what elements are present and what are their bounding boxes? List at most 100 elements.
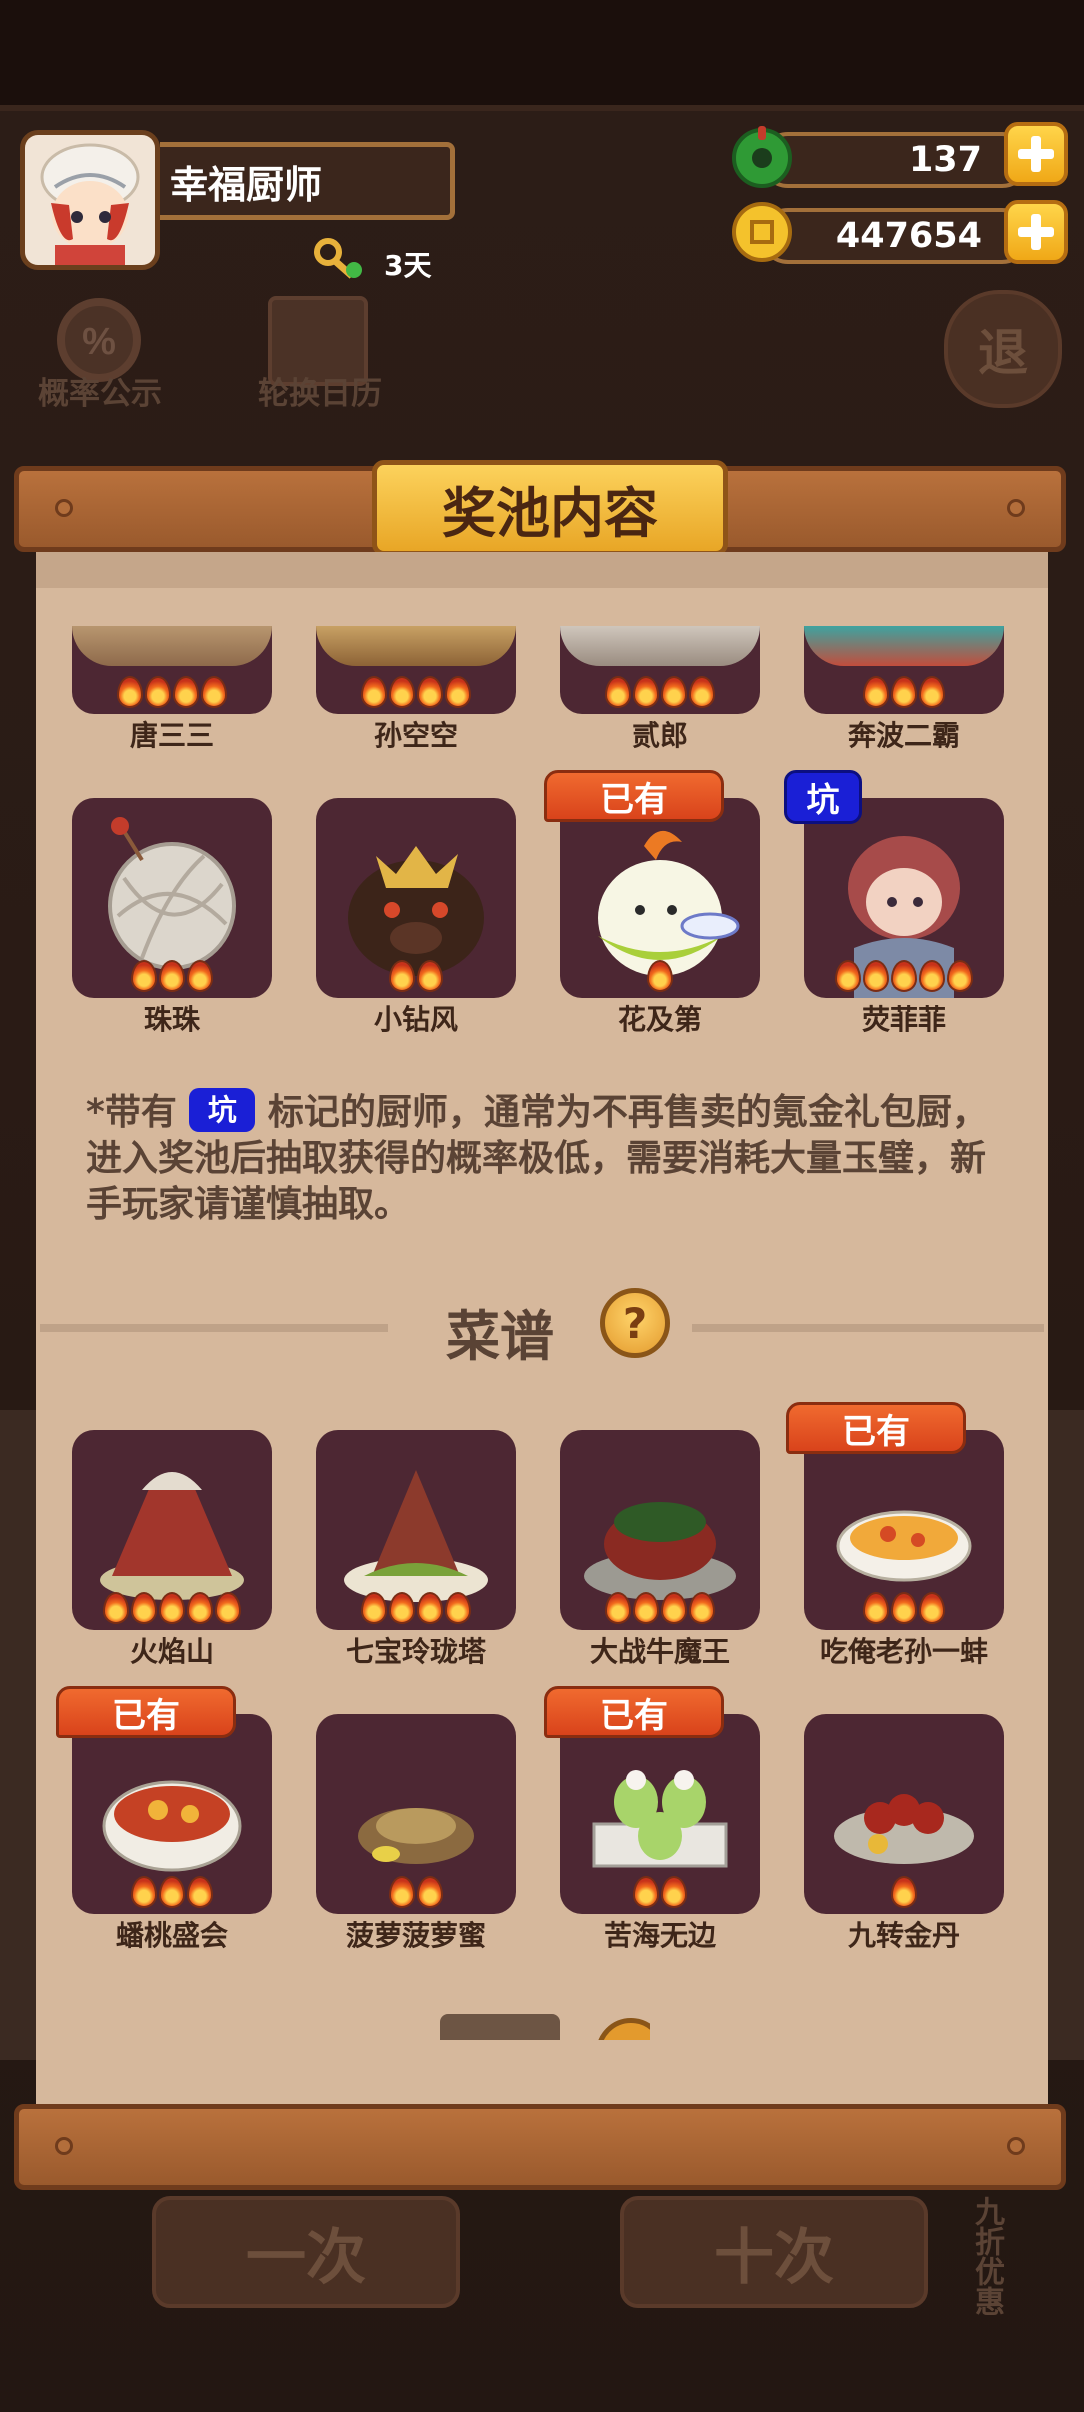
jade-icon bbox=[730, 124, 794, 188]
help-icon[interactable]: ? bbox=[600, 1288, 670, 1358]
flame-rating bbox=[72, 676, 272, 710]
flame-rating bbox=[804, 1876, 1004, 1910]
top-border bbox=[0, 105, 1084, 111]
flame-icon bbox=[947, 960, 973, 992]
flame-icon bbox=[605, 1592, 631, 1624]
coin-counter: 447654 bbox=[760, 208, 1030, 264]
chef-image bbox=[72, 626, 272, 666]
flame-rating bbox=[804, 676, 1004, 710]
flame-rating bbox=[560, 960, 760, 994]
flame-icon bbox=[417, 676, 443, 708]
flame-icon bbox=[159, 1592, 185, 1624]
flame-icon bbox=[661, 1592, 687, 1624]
chef-name: 珠珠 bbox=[143, 1003, 200, 1036]
flame-icon bbox=[389, 1592, 415, 1624]
flame-icon bbox=[103, 1592, 129, 1624]
flame-icon bbox=[389, 960, 415, 992]
flame-rating bbox=[804, 1592, 1004, 1626]
flame-icon bbox=[215, 1592, 241, 1624]
flame-icon bbox=[173, 676, 199, 708]
flame-icon bbox=[647, 960, 673, 992]
flame-icon bbox=[863, 676, 889, 708]
recipe-name: 菠萝菠萝蜜 bbox=[345, 1919, 486, 1952]
player-name: 幸福厨师 bbox=[160, 142, 455, 220]
pit-badge: 坑 bbox=[784, 770, 862, 824]
flame-icon bbox=[863, 960, 889, 992]
recipe-name: 蟠桃盛会 bbox=[115, 1919, 228, 1952]
flame-icon bbox=[187, 960, 213, 992]
flame-rating bbox=[316, 960, 516, 994]
exit-button[interactable]: 退 bbox=[944, 290, 1062, 408]
chef-name: 小钻风 bbox=[373, 1003, 458, 1036]
flame-icon bbox=[131, 960, 157, 992]
flame-rating bbox=[560, 1592, 760, 1626]
flame-icon bbox=[187, 1876, 213, 1908]
recipe-name: 大战牛魔王 bbox=[589, 1635, 730, 1668]
flame-icon bbox=[891, 960, 917, 992]
flame-icon bbox=[633, 1876, 659, 1908]
key-icon bbox=[312, 236, 368, 282]
add-jade-button[interactable] bbox=[1004, 122, 1068, 186]
flame-icon bbox=[891, 676, 917, 708]
flame-icon bbox=[633, 1592, 659, 1624]
draw-once-button[interactable]: 一次 bbox=[152, 2196, 460, 2308]
owned-badge: 已有 bbox=[544, 770, 724, 822]
flame-icon bbox=[389, 676, 415, 708]
plus-icon bbox=[1018, 214, 1054, 250]
section-divider-left bbox=[40, 1324, 388, 1332]
flame-icon bbox=[159, 960, 185, 992]
panel-shadow bbox=[36, 552, 1048, 588]
owned-badge: 已有 bbox=[56, 1686, 236, 1738]
recipes-title: 菜谱 bbox=[446, 1305, 554, 1368]
draw-ten-button[interactable]: 十次 bbox=[620, 2196, 928, 2308]
flame-icon bbox=[187, 1592, 213, 1624]
flame-icon bbox=[417, 1592, 443, 1624]
chef-image bbox=[316, 626, 516, 666]
panel-title: 奖池内容 bbox=[372, 460, 728, 556]
owned-badge: 已有 bbox=[786, 1402, 966, 1454]
flame-rating bbox=[560, 1876, 760, 1910]
bg-panel-right bbox=[1048, 1410, 1084, 2060]
flame-icon bbox=[131, 1592, 157, 1624]
add-coins-button[interactable] bbox=[1004, 200, 1068, 264]
discount-label: 九折优惠 bbox=[969, 2196, 1004, 2316]
panel-bottom-plank bbox=[14, 2104, 1066, 2190]
flame-icon bbox=[417, 960, 443, 992]
flame-icon bbox=[891, 1876, 917, 1908]
flame-icon bbox=[863, 1592, 889, 1624]
coin-icon bbox=[730, 200, 794, 264]
chef-name: 唐三三 bbox=[129, 719, 214, 752]
flame-icon bbox=[159, 1876, 185, 1908]
recipe-name: 九转金丹 bbox=[847, 1919, 960, 1952]
flame-icon bbox=[145, 676, 171, 708]
flame-icon bbox=[835, 960, 861, 992]
flame-icon bbox=[919, 676, 945, 708]
flame-icon bbox=[389, 1876, 415, 1908]
section-divider-right bbox=[692, 1324, 1044, 1332]
chef-image bbox=[804, 626, 1004, 666]
flame-rating bbox=[316, 1876, 516, 1910]
avatar[interactable] bbox=[20, 130, 160, 270]
pit-badge-inline: 坑 bbox=[189, 1088, 256, 1132]
flame-icon bbox=[919, 960, 945, 992]
chef-name: 荧菲菲 bbox=[861, 1003, 946, 1036]
flame-icon bbox=[891, 1592, 917, 1624]
flame-icon bbox=[201, 676, 227, 708]
flame-rating bbox=[316, 676, 516, 710]
flame-rating bbox=[72, 1592, 272, 1626]
flame-icon bbox=[361, 1592, 387, 1624]
plus-icon bbox=[1018, 136, 1054, 172]
chef-name: 花及第 bbox=[617, 1003, 702, 1036]
chef-image bbox=[560, 626, 760, 666]
flame-icon bbox=[131, 1876, 157, 1908]
pit-notice: *带有 坑 标记的厨师，通常为不再售卖的氪金礼包厨，进入奖池后抽取获得的概率极低… bbox=[86, 1088, 1016, 1228]
flame-icon bbox=[417, 1876, 443, 1908]
flame-icon bbox=[689, 1592, 715, 1624]
chef-name: 贰郎 bbox=[631, 719, 688, 752]
recipe-name: 七宝玲珑塔 bbox=[345, 1635, 486, 1668]
recipe-name: 火焰山 bbox=[129, 1635, 214, 1668]
flame-icon bbox=[661, 676, 687, 708]
flame-icon bbox=[445, 1592, 471, 1624]
flame-rating bbox=[72, 1876, 272, 1910]
jade-counter: 137 bbox=[760, 132, 1030, 188]
